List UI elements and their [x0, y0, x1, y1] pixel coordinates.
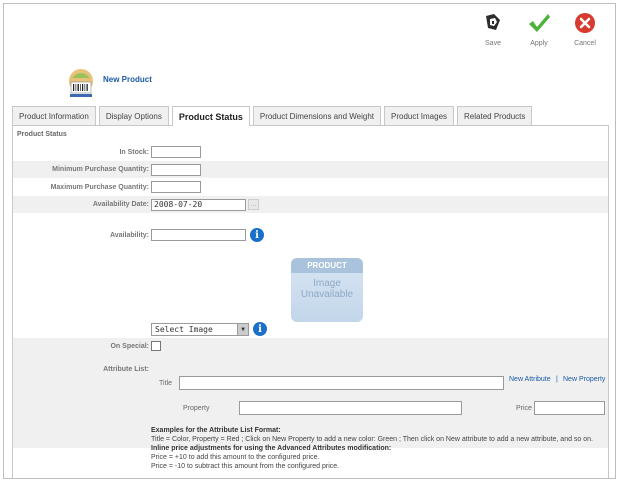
product-status-panel: Product Status In Stock: Minimum Purchas…	[12, 126, 609, 478]
select-image-row: Select Image ▼ i	[13, 320, 608, 338]
section-title: Product Status	[17, 131, 67, 138]
tab-product-dimensions-weight[interactable]: Product Dimensions and Weight	[252, 106, 381, 125]
max-qty-input[interactable]	[151, 181, 201, 193]
product-icon	[66, 68, 96, 98]
toolbar: Save Apply Cancel	[471, 8, 607, 50]
property-input[interactable]	[239, 401, 462, 415]
placeholder-image-text: Image	[313, 278, 341, 289]
placeholder-product-text: PRODUCT	[291, 258, 363, 273]
max-qty-label: Maximum Purchase Quantity:	[50, 183, 149, 191]
min-qty-row: Minimum Purchase Quantity:	[13, 161, 608, 178]
save-button[interactable]: Save	[471, 8, 515, 50]
tab-product-images[interactable]: Product Images	[384, 106, 455, 125]
price-label: Price	[516, 405, 532, 412]
info-icon[interactable]: i	[250, 228, 264, 242]
tab-product-status[interactable]: Product Status	[171, 106, 250, 126]
tab-related-products[interactable]: Related Products	[457, 106, 533, 125]
apply-label: Apply	[530, 40, 548, 47]
info-icon[interactable]: i	[253, 322, 267, 336]
attribute-title-input[interactable]	[179, 376, 504, 390]
min-qty-label: Minimum Purchase Quantity:	[52, 166, 149, 173]
on-special-label: On Special:	[110, 342, 149, 350]
checkmark-icon	[527, 11, 551, 35]
link-separator: |	[556, 376, 558, 383]
select-image-value: Select Image	[155, 324, 213, 334]
save-icon	[481, 11, 505, 35]
examples-heading: Examples for the Attribute List Format:	[151, 427, 281, 434]
attribute-title-label: Title	[159, 380, 172, 387]
availability-date-row: Availability Date: 2008-07-20 …	[13, 196, 608, 213]
tab-display-options[interactable]: Display Options	[98, 106, 169, 125]
cancel-label: Cancel	[574, 40, 596, 47]
select-image-dropdown[interactable]: Select Image ▼	[151, 322, 249, 336]
availability-row: Availability: i	[13, 226, 608, 244]
min-qty-input[interactable]	[151, 163, 201, 176]
page-header: New Product	[66, 68, 152, 98]
on-special-row: On Special:	[13, 338, 608, 354]
in-stock-row: In Stock:	[13, 144, 608, 160]
property-label: Property	[183, 405, 210, 412]
apply-button[interactable]: Apply	[517, 8, 561, 50]
new-attribute-link[interactable]: New Attribute	[509, 376, 551, 383]
attribute-examples: Examples for the Attribute List Format: …	[151, 426, 608, 471]
availability-date-input[interactable]: 2008-07-20	[151, 198, 246, 211]
tab-product-information[interactable]: Product Information	[12, 106, 96, 125]
price-input[interactable]	[534, 401, 605, 415]
examples-line-3: Price = -10 to subtract this amount from…	[151, 463, 340, 470]
save-label: Save	[485, 40, 501, 47]
examples-line-1: Title = Color, Property = Red ; Click on…	[151, 436, 594, 443]
tab-bar: Product Information Display Options Prod…	[12, 106, 609, 126]
on-special-checkbox[interactable]	[151, 341, 161, 351]
availability-input[interactable]	[151, 229, 246, 241]
in-stock-input[interactable]	[151, 146, 201, 158]
in-stock-label: In Stock:	[119, 148, 149, 156]
max-qty-row: Maximum Purchase Quantity:	[13, 179, 608, 195]
availability-date-label: Availability Date:	[92, 201, 149, 208]
new-property-link[interactable]: New Property	[563, 376, 605, 383]
placeholder-unavailable-text: Unavailable	[300, 289, 354, 300]
examples-line-2: Price = +10 to add this amount to the co…	[151, 454, 320, 461]
page-title: New Product	[103, 74, 152, 84]
calendar-button[interactable]: …	[248, 199, 259, 210]
availability-label: Availability:	[109, 231, 149, 239]
cancel-button[interactable]: Cancel	[563, 8, 607, 50]
cancel-icon	[573, 11, 597, 35]
editor-window: Save Apply Cancel New Product Product In…	[3, 3, 616, 479]
examples-heading-2: Inline price adjustments for using the A…	[151, 445, 392, 452]
attribute-list-label: Attribute List:	[103, 366, 149, 373]
product-image-placeholder: PRODUCT Image Unavailable	[291, 258, 363, 322]
dropdown-arrow-icon: ▼	[237, 323, 248, 335]
